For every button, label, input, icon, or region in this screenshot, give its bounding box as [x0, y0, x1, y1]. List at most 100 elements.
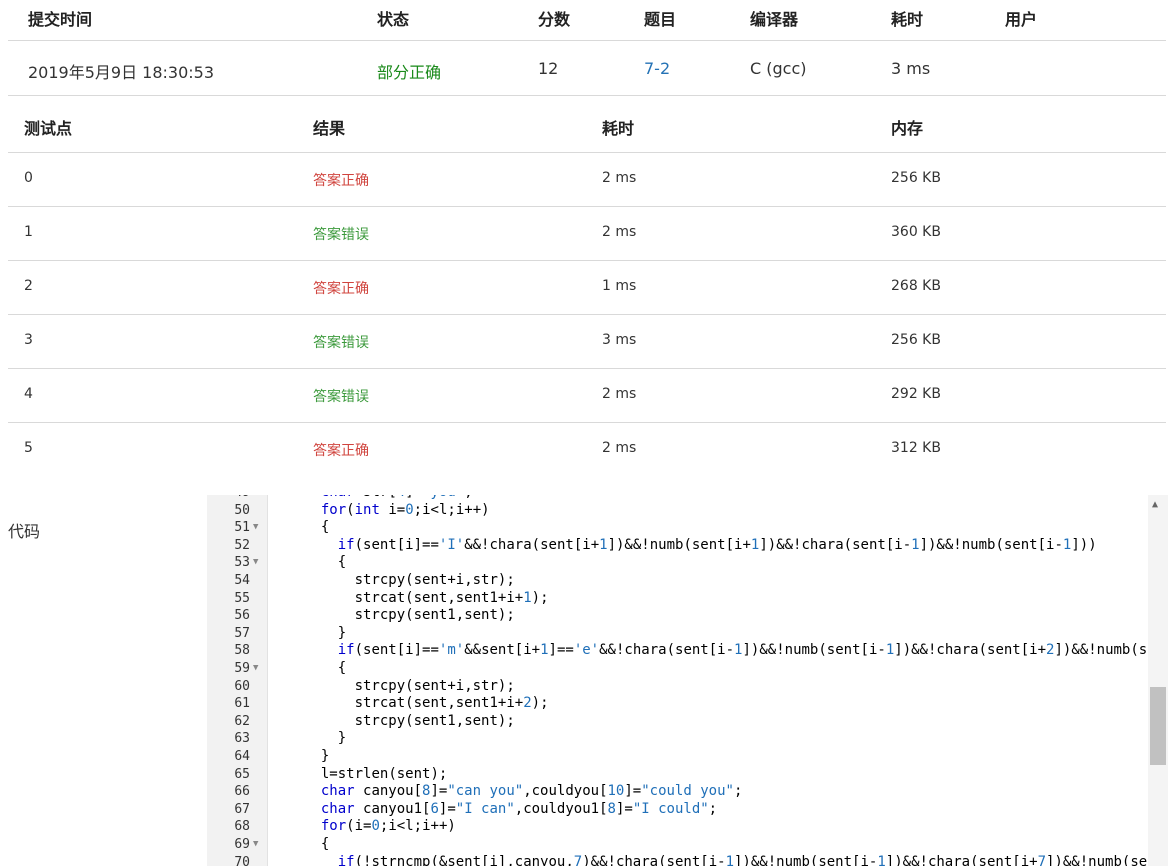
testcase-id: 5 — [24, 440, 33, 456]
header-problem: 题目 — [644, 10, 677, 29]
testcase-id: 2 — [24, 278, 33, 294]
submission-score: 12 — [538, 59, 559, 78]
code-text: strcpy(sent+i,str); — [354, 677, 515, 694]
line-number: 51 — [234, 520, 250, 536]
code-line: 51 ▼ { — [207, 519, 1147, 537]
submission-time: 2019年5月9日 18:30:53 — [28, 63, 215, 82]
fold-arrow-icon[interactable]: ▼ — [253, 836, 258, 854]
submission-status: 部分正确 — [377, 63, 442, 82]
code-text: { — [304, 836, 330, 852]
header-submit-time: 提交时间 — [28, 10, 93, 29]
code-line: 69 ▼ { — [207, 836, 1147, 854]
fold-arrow-icon[interactable]: ▼ — [253, 554, 258, 572]
submission-row: 2019年5月9日 18:30:53 部分正确 12 7-2 C (gcc) 3… — [8, 41, 1166, 96]
line-number: 54 — [234, 573, 250, 588]
line-number: 62 — [234, 713, 250, 729]
testcase-row: 3 答案错误 3 ms 256 KB — [8, 315, 1166, 369]
code-line: 66 char canyou[8]="can you",couldyou[10]… — [207, 783, 1147, 801]
code-line: 52 if(sent[i]=='I'&&!chara(sent[i+1])&&!… — [207, 537, 1147, 555]
header-compiler: 编译器 — [750, 10, 799, 29]
testcase-result: 答案正确 — [313, 443, 369, 459]
line-number: 52 — [234, 537, 250, 553]
line-number: 58 — [234, 643, 250, 659]
problem-link[interactable]: 7-2 — [644, 59, 670, 78]
code-text: strcat(sent,sent1+i+1); — [354, 589, 549, 606]
line-number: 67 — [234, 801, 250, 817]
testcase-time: 2 ms — [602, 386, 637, 402]
line-number: 49 — [207, 495, 250, 502]
code-text: } — [304, 730, 347, 747]
code-text: { — [304, 660, 347, 676]
code-line: 56 strcpy(sent1,sent); — [207, 607, 1147, 625]
testcase-time: 2 ms — [602, 170, 637, 186]
testcase-id: 1 — [24, 224, 33, 240]
code-text: strcat(sent,sent1+i+2); — [354, 695, 549, 712]
testcase-row: 1 答案错误 2 ms 360 KB — [8, 207, 1166, 261]
header-testcase: 测试点 — [24, 119, 73, 138]
fold-arrow-icon[interactable]: ▼ — [253, 519, 258, 537]
submission-compiler: C (gcc) — [750, 59, 807, 78]
code-text: char canyou1[6]="I can",couldyou1[8]="I … — [320, 800, 718, 817]
line-number: 56 — [234, 608, 250, 624]
testcase-time: 1 ms — [602, 278, 637, 294]
code-text: } — [304, 748, 330, 764]
line-number: 61 — [234, 696, 250, 712]
code-text: strcpy(sent1,sent); — [354, 607, 515, 624]
line-number: 63 — [234, 731, 250, 747]
code-label: 代码 — [8, 522, 41, 541]
testcase-id: 4 — [24, 386, 33, 402]
code-text: for(i=0;i<l;i++) — [320, 818, 456, 835]
testcase-result: 答案错误 — [313, 227, 369, 243]
fold-arrow-icon[interactable]: ▼ — [253, 660, 258, 678]
code-editor[interactable]: 49 char str[4]="you";50 for(int i=0;i<l;… — [207, 495, 1168, 866]
testcase-memory: 312 KB — [891, 440, 941, 456]
line-number: 68 — [234, 819, 250, 835]
testcase-memory: 268 KB — [891, 278, 941, 294]
code-text: { — [304, 554, 347, 571]
code-text: } — [304, 624, 347, 641]
code-line: 55 strcat(sent,sent1+i+1); — [207, 590, 1147, 608]
line-number: 57 — [234, 625, 250, 641]
scroll-up-arrow-icon[interactable]: ▲ — [1152, 499, 1158, 510]
testcase-id: 0 — [24, 170, 33, 186]
code-line: 53 ▼ { — [207, 554, 1147, 572]
line-number: 59 — [234, 661, 250, 676]
code-line: 63 } — [207, 730, 1147, 748]
line-number: 66 — [234, 784, 250, 800]
code-text: strcpy(sent1,sent); — [354, 712, 515, 729]
scrollbar-thumb[interactable] — [1150, 687, 1166, 765]
header-user: 用户 — [1005, 10, 1038, 29]
testcase-result: 答案正确 — [313, 281, 369, 297]
submission-elapsed: 3 ms — [891, 59, 931, 78]
code-line: 58 if(sent[i]=='m'&&sent[i+1]=='e'&&!cha… — [207, 642, 1168, 660]
code-line: 70 if(!strncmp(&sent[i],canyou,7)&&!char… — [207, 854, 1168, 866]
code-text: if(sent[i]=='m'&&sent[i+1]=='e'&&!chara(… — [337, 642, 1168, 659]
code-line: 50 for(int i=0;i<l;i++) — [207, 502, 1147, 520]
code-line: 62 strcpy(sent1,sent); — [207, 713, 1147, 731]
header-elapsed: 耗时 — [891, 10, 924, 29]
testcase-time: 2 ms — [602, 440, 637, 456]
line-number: 64 — [234, 749, 250, 764]
testcase-result: 答案正确 — [313, 173, 369, 189]
testcase-memory: 256 KB — [891, 170, 941, 186]
code-line: 49 char str[4]="you"; — [207, 495, 1147, 502]
line-number: 50 — [234, 502, 250, 518]
line-number: 69 — [234, 837, 250, 852]
testcase-id: 3 — [24, 332, 33, 348]
vertical-scrollbar[interactable]: ▲ — [1148, 495, 1168, 866]
testcase-time: 3 ms — [602, 332, 637, 348]
code-text: l=strlen(sent); — [320, 765, 448, 782]
code-text: strcpy(sent+i,str); — [354, 572, 515, 588]
submission-header: 提交时间 状态 分数 题目 编译器 耗时 用户 — [8, 0, 1166, 41]
code-line: 64 } — [207, 748, 1147, 766]
testcase-header: 测试点 结果 耗时 内存 — [8, 96, 1166, 153]
code-line: 54 strcpy(sent+i,str); — [207, 572, 1147, 590]
line-number: 60 — [234, 678, 250, 694]
code-text: if(!strncmp(&sent[i],canyou,7)&&!chara(s… — [337, 853, 1168, 866]
code-text: char canyou[8]="can you",couldyou[10]="c… — [320, 783, 743, 800]
code-line: 59 ▼ { — [207, 660, 1147, 678]
testcase-result: 答案错误 — [313, 389, 369, 405]
header-result: 结果 — [313, 119, 346, 138]
code-line: 67 char canyou1[6]="I can",couldyou1[8]=… — [207, 801, 1147, 819]
header-time: 耗时 — [602, 119, 635, 138]
